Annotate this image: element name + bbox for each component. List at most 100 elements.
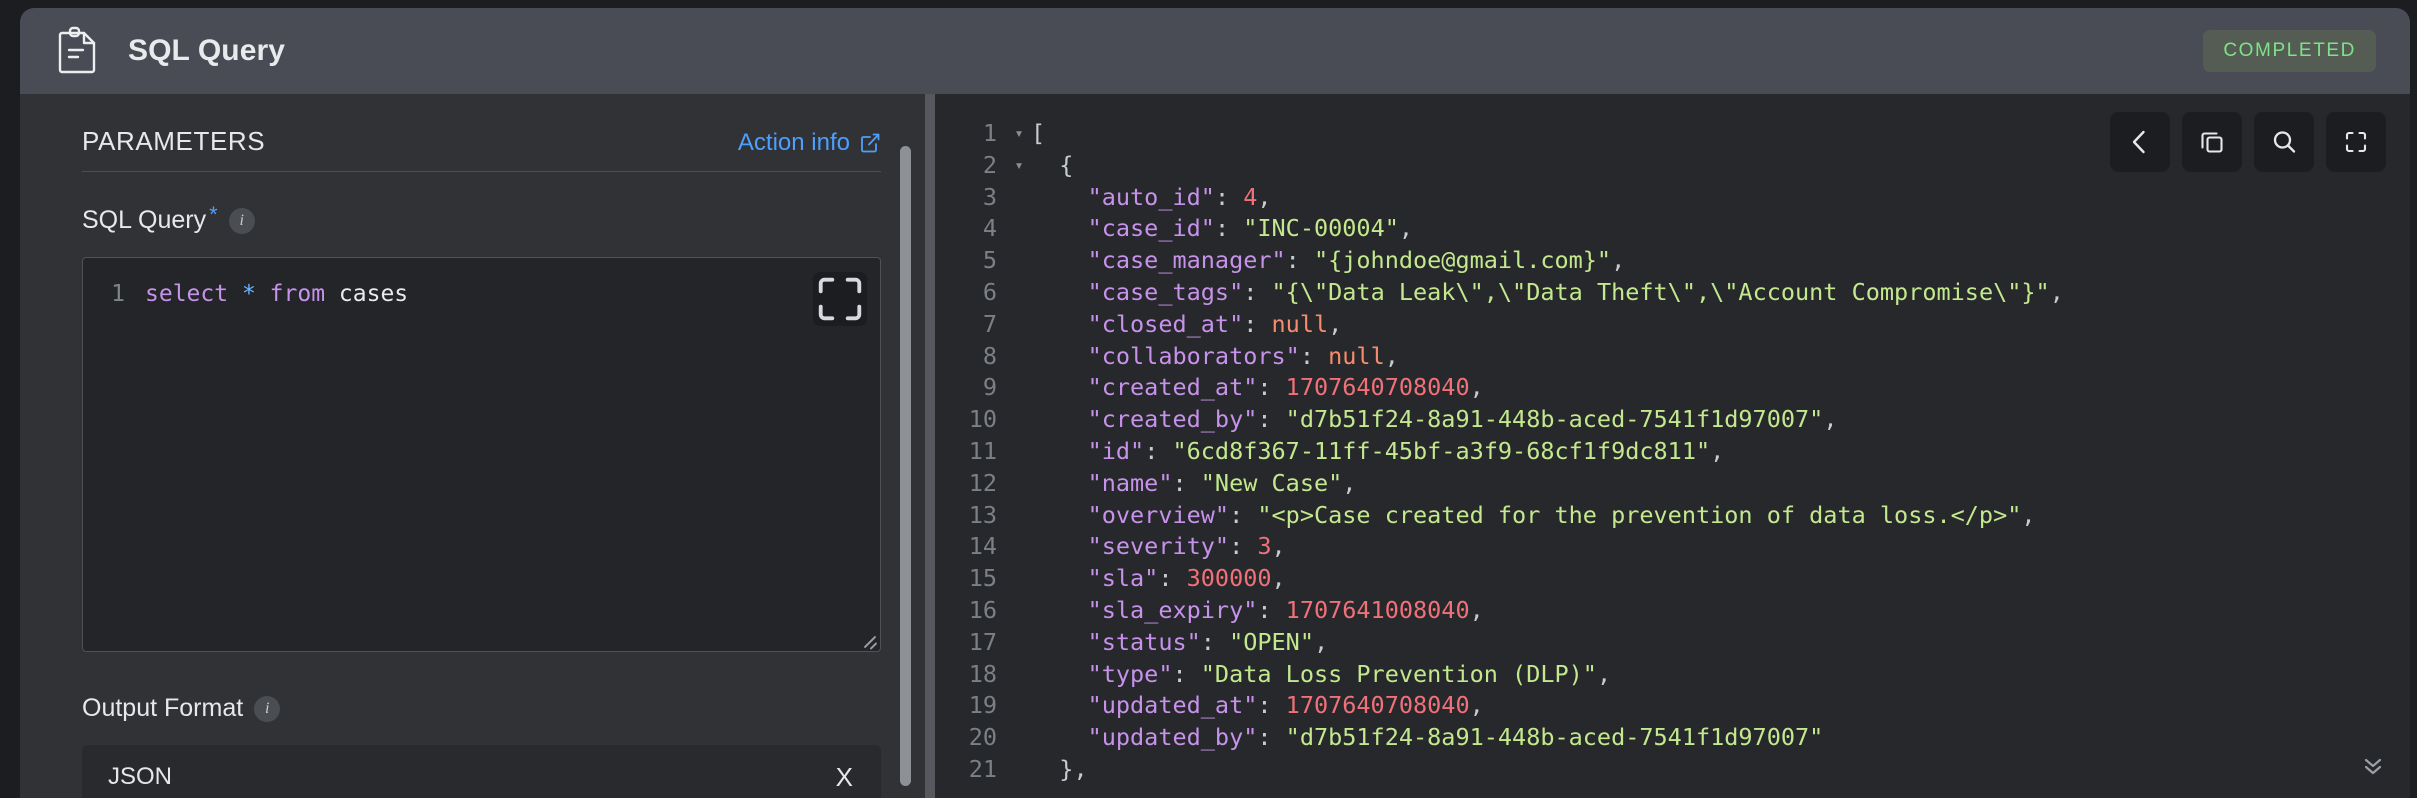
json-line-content: "case_id": "INC-00004", (1087, 214, 1414, 243)
json-fold-spacer (1007, 213, 1031, 245)
required-marker: * (209, 202, 218, 227)
json-line-number: 4 (982, 214, 997, 243)
json-line-content: "created_at": 1707640708040, (1087, 373, 1484, 402)
json-line-number: 18 (968, 659, 997, 688)
json-line: 19 "updated_at": 1707640708040, (935, 690, 2410, 722)
json-line: 4 "case_id": "INC-00004", (935, 213, 2410, 245)
copy-button[interactable] (2182, 112, 2242, 172)
json-line: 18 "type": "Data Loss Prevention (DLP)", (935, 659, 2410, 691)
json-line-number: 17 (968, 627, 997, 656)
chevrons-down-icon[interactable] (2350, 742, 2396, 788)
sql-code-line: 1 select * from cases (83, 258, 880, 309)
parameters-scrollbar[interactable] (900, 122, 911, 786)
json-fold-spacer (1007, 468, 1031, 500)
json-line-number: 14 (968, 532, 997, 561)
sql-token-operator: * (241, 281, 256, 307)
json-line-content: [ (1031, 119, 1046, 147)
json-line-number: 16 (968, 595, 997, 624)
json-fold-spacer (1007, 531, 1031, 563)
action-info-label: Action info (737, 129, 850, 156)
json-line-content: "name": "New Case", (1087, 468, 1357, 497)
json-fold-spacer (1007, 627, 1031, 659)
json-line-number: 21 (968, 754, 997, 783)
json-output-panel: 1 ▾[2 ▾ {3 "auto_id": 4, 4 "case_id": "INC-… (935, 94, 2410, 798)
json-line-content: "sla": 300000, (1087, 564, 1286, 593)
search-button[interactable] (2254, 112, 2314, 172)
sql-token-keyword: select (145, 281, 229, 307)
json-fold-spacer (1007, 500, 1031, 532)
json-line-number: 2 (982, 150, 997, 179)
clear-icon[interactable]: X (830, 764, 859, 790)
json-fold-spacer (1007, 245, 1031, 277)
back-button[interactable] (2110, 112, 2170, 172)
json-fold-spacer (1007, 372, 1031, 404)
status-badge: COMPLETED (2203, 30, 2376, 72)
json-line-number: 15 (968, 564, 997, 593)
json-line: 7 "closed_at": null, (935, 309, 2410, 341)
output-format-select[interactable]: JSON X (82, 745, 881, 798)
json-line: 14 "severity": 3, (935, 531, 2410, 563)
panel-resizer[interactable] (925, 94, 935, 798)
page-title: SQL Query (128, 34, 286, 67)
json-fold-spacer (1007, 595, 1031, 627)
fullscreen-button[interactable] (2326, 112, 2386, 172)
json-line-content: "severity": 3, (1087, 532, 1286, 561)
json-line: 21 }, (935, 754, 2410, 786)
json-line: 13 "overview": "<p>Case created for the … (935, 500, 2410, 532)
sql-token-space-3 (325, 281, 339, 307)
json-line-number: 8 (982, 341, 997, 370)
json-line-number: 10 (968, 405, 997, 434)
sql-token-identifier: cases (338, 281, 409, 307)
json-line-content: "collaborators": null, (1087, 341, 1399, 370)
json-fold-spacer (1007, 690, 1031, 722)
json-line: 6 "case_tags": "{\"Data Leak\",\"Data Th… (935, 277, 2410, 309)
sql-token-keyword-2: from (269, 281, 326, 307)
sql-editor-fullscreen-icon[interactable] (813, 272, 867, 326)
json-fold-spacer (1007, 404, 1031, 436)
json-fold-toggle[interactable]: ▾ (1007, 118, 1031, 150)
titlebar: SQL Query COMPLETED (20, 8, 2410, 94)
json-line-number: 12 (968, 468, 997, 497)
json-fold-spacer (1007, 182, 1031, 214)
json-line-number: 6 (982, 277, 997, 306)
sql-editor-resize-handle[interactable] (858, 629, 878, 650)
sql-code-tokens: select * from cases (145, 280, 408, 309)
json-line-content: "closed_at": null, (1087, 309, 1343, 338)
json-fold-toggle[interactable]: ▾ (1007, 150, 1031, 182)
json-code-view[interactable]: 1 ▾[2 ▾ {3 "auto_id": 4, 4 "case_id": "INC-… (935, 94, 2410, 786)
output-format-field-label: Output Format i (82, 694, 881, 723)
sql-query-field-label: SQL Query * i (82, 202, 881, 235)
json-line: 17 "status": "OPEN", (935, 627, 2410, 659)
json-line-number: 7 (982, 309, 997, 338)
json-line-content: }, (1031, 754, 1088, 783)
json-line-content: "sla_expiry": 1707641008040, (1087, 595, 1484, 624)
json-fold-spacer (1007, 722, 1031, 754)
json-toolbar (2110, 112, 2386, 172)
json-line-number: 9 (982, 373, 997, 402)
json-line-content: { (1031, 150, 1074, 179)
info-icon-2[interactable]: i (254, 696, 281, 722)
json-fold-spacer (1007, 436, 1031, 468)
external-link-icon (859, 132, 881, 154)
json-fold-spacer (1007, 659, 1031, 691)
sql-token-space (228, 281, 242, 307)
json-line-number: 3 (982, 182, 997, 211)
action-info-link[interactable]: Action info (738, 129, 881, 157)
json-line: 8 "collaborators": null, (935, 341, 2410, 373)
json-fold-spacer (1007, 277, 1031, 309)
json-line-content: "id": "6cd8f367-11ff-45bf-a3f9-68cf1f9dc… (1087, 436, 1725, 465)
sql-document-icon (50, 24, 104, 78)
info-icon[interactable]: i (228, 208, 255, 234)
json-fold-spacer (1007, 341, 1031, 373)
json-line-content: "updated_at": 1707640708040, (1087, 691, 1484, 720)
json-line: 5 "case_manager": "{johndoe@gmail.com}", (935, 245, 2410, 277)
json-line-number: 11 (968, 436, 997, 465)
json-line-number: 19 (968, 691, 997, 720)
output-format-value: JSON (108, 763, 173, 790)
json-fold-spacer (1007, 563, 1031, 595)
sql-query-input[interactable]: 1 select * from cases (82, 257, 881, 652)
body-split: PARAMETERS Action info SQL Query * i 1 s… (20, 94, 2410, 798)
output-format-label-text: Output Format (82, 694, 244, 722)
json-line: 3 "auto_id": 4, (935, 182, 2410, 214)
json-line-number: 13 (968, 500, 997, 529)
